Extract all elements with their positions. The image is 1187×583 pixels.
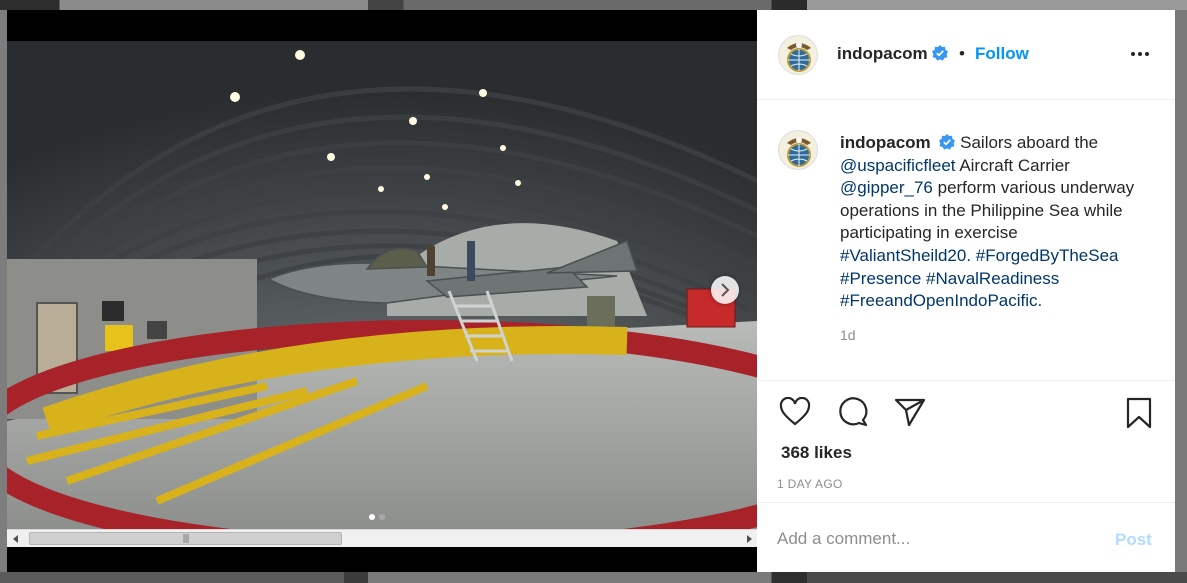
background-feed-bottom [0, 572, 1187, 583]
hangar-jet-photo [7, 41, 757, 529]
mention-link[interactable]: @gipper_76 [840, 178, 933, 197]
post-date[interactable]: 1 DAY AGO [777, 477, 843, 491]
hashtag-link[interactable]: #ValiantSheild20. [840, 246, 971, 265]
scroll-right-arrow[interactable] [740, 530, 757, 547]
carousel-dot [379, 514, 385, 520]
caption-text: Sailors aboard the [955, 133, 1099, 152]
more-options-icon[interactable] [1131, 52, 1153, 58]
verified-badge-icon [939, 134, 956, 150]
heart-icon[interactable] [779, 397, 811, 427]
indopacom-seal-icon [780, 37, 817, 74]
instagram-post-modal: ||| indopacom • Follow indopacom Sailors… [0, 0, 1187, 583]
triangle-right-icon [746, 534, 752, 543]
verified-badge-icon [931, 45, 948, 61]
caption-username[interactable]: indopacom [840, 133, 931, 152]
carousel-dots [369, 514, 385, 520]
post-header: indopacom • Follow [757, 10, 1175, 100]
background-feed-right [1175, 10, 1187, 572]
avatar[interactable] [778, 130, 818, 170]
comment-form: Post [757, 502, 1175, 572]
hashtag-link[interactable]: #NavalReadiness [926, 269, 1059, 288]
carousel-next-button[interactable] [711, 276, 739, 304]
mention-link[interactable]: @uspacificfleet [840, 156, 956, 175]
header-username[interactable]: indopacom [837, 44, 948, 64]
likes-count[interactable]: 368 likes [781, 443, 852, 463]
paper-plane-icon[interactable] [894, 397, 926, 427]
post-media: ||| [7, 10, 757, 572]
more-dot [1138, 52, 1142, 56]
post-photo [7, 41, 757, 529]
post-comment-button[interactable]: Post [1115, 530, 1152, 550]
more-dot [1131, 52, 1135, 56]
indopacom-seal-icon [780, 132, 817, 169]
background-feed-left [0, 10, 7, 572]
caption-section: indopacom Sailors aboard the @uspacificf… [757, 101, 1175, 380]
post-actions: 368 likes 1 DAY AGO [757, 380, 1175, 502]
post-caption: indopacom Sailors aboard the @uspacificf… [840, 132, 1145, 313]
caption-text: Aircraft Carrier [955, 155, 1070, 175]
chevron-right-icon [721, 283, 730, 297]
caption-timestamp[interactable]: 1d [840, 327, 856, 343]
avatar[interactable] [778, 35, 818, 75]
hashtag-link[interactable]: #FreeandOpenIndoPacific. [840, 291, 1042, 310]
post-details-panel: indopacom • Follow indopacom Sailors abo… [757, 10, 1175, 572]
hashtag-link[interactable]: #ForgedByTheSea [976, 246, 1119, 265]
header-separator: • [959, 44, 965, 63]
carousel-dot [369, 514, 375, 520]
horizontal-scrollbar[interactable]: ||| [7, 529, 757, 547]
bookmark-icon[interactable] [1125, 397, 1153, 429]
header-username-text[interactable]: indopacom [837, 44, 928, 63]
background-feed-top [0, 0, 1187, 10]
grip-icon: ||| [182, 533, 189, 544]
comment-input[interactable] [777, 521, 1097, 557]
comment-bubble-icon[interactable] [837, 397, 869, 427]
follow-button[interactable]: Follow [975, 44, 1029, 64]
more-dot [1145, 52, 1149, 56]
scrollbar-thumb[interactable]: ||| [29, 532, 342, 545]
hashtag-link[interactable]: #Presence [840, 269, 921, 288]
triangle-left-icon [12, 534, 18, 543]
scroll-left-arrow[interactable] [7, 530, 24, 547]
